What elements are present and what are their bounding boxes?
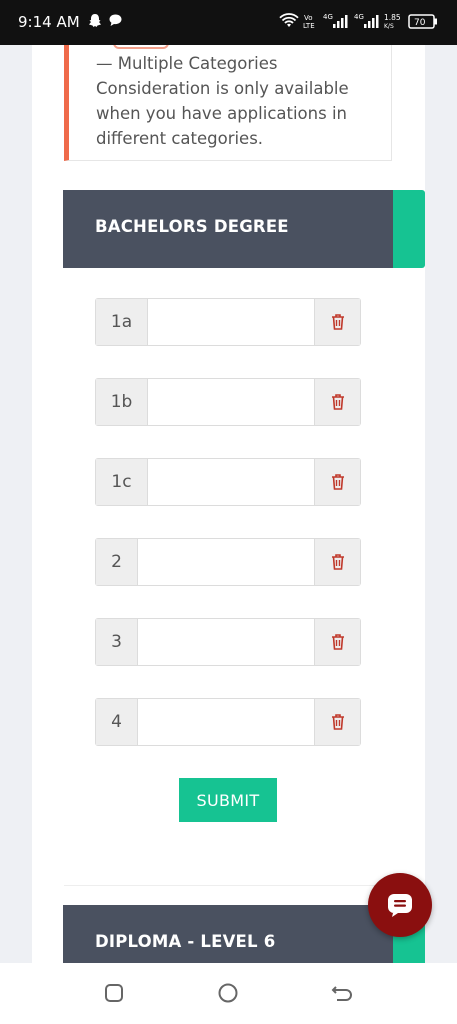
notice-box: — Multiple Categories Consideration is o…	[64, 45, 392, 161]
svg-text:70: 70	[414, 18, 426, 28]
rank-label: 1b	[96, 379, 148, 425]
section-divider	[64, 885, 394, 886]
rank-label: 1a	[96, 299, 148, 345]
rank-input[interactable]	[138, 619, 316, 665]
svg-text:Vo: Vo	[304, 14, 313, 22]
rank-label: 3	[96, 619, 138, 665]
status-time: 9:14 AM	[18, 13, 80, 31]
rank-row-3: 3	[95, 618, 361, 666]
section-title: BACHELORS DEGREE	[95, 217, 289, 236]
volte-icon: Vo LTE	[303, 12, 317, 34]
trash-icon[interactable]	[314, 379, 360, 425]
chat-launcher-button[interactable]	[368, 873, 432, 937]
rank-row-4: 4	[95, 698, 361, 746]
trash-icon[interactable]	[314, 299, 360, 345]
rank-input[interactable]	[138, 539, 316, 585]
rank-row-1c: 1c	[95, 458, 361, 506]
rank-label: 2	[96, 539, 138, 585]
trash-icon[interactable]	[314, 539, 360, 585]
section-header-bachelors-degree[interactable]: BACHELORS DEGREE	[63, 190, 425, 268]
trash-icon[interactable]	[314, 459, 360, 505]
rank-label: 4	[96, 699, 138, 745]
chat-icon	[388, 894, 412, 917]
battery-icon: 70	[408, 14, 438, 33]
status-bar: 9:14 AM Vo LTE 4G 4G 1.85 K/S 70	[0, 0, 457, 45]
svg-text:4G: 4G	[354, 13, 364, 21]
chat-bubble-icon	[108, 13, 123, 32]
rank-row-1b: 1b	[95, 378, 361, 426]
home-icon[interactable]	[218, 983, 238, 1007]
wifi-icon	[279, 13, 299, 33]
rank-input[interactable]	[148, 459, 316, 505]
rank-input[interactable]	[138, 699, 316, 745]
signal-icon: 4G	[354, 12, 380, 34]
submit-button[interactable]: SUBMIT	[179, 778, 277, 822]
notice-text: — Multiple Categories Consideration is o…	[96, 54, 349, 148]
trash-icon[interactable]	[314, 619, 360, 665]
svg-text:LTE: LTE	[303, 22, 315, 30]
back-icon[interactable]	[331, 983, 353, 1007]
rank-input[interactable]	[148, 379, 316, 425]
svg-text:K/S: K/S	[384, 23, 394, 30]
trash-icon[interactable]	[314, 699, 360, 745]
svg-text:1.85: 1.85	[384, 13, 401, 22]
category-tag	[113, 45, 169, 49]
section-header-diploma-level-6[interactable]: DIPLOMA - LEVEL 6	[63, 905, 425, 963]
section-title: DIPLOMA - LEVEL 6	[95, 932, 276, 951]
rank-input[interactable]	[148, 299, 316, 345]
rank-row-2: 2	[95, 538, 361, 586]
svg-text:4G: 4G	[323, 13, 333, 21]
rank-row-1a: 1a	[95, 298, 361, 346]
system-nav-bar	[0, 963, 457, 1024]
signal-icon: 4G	[323, 12, 349, 34]
rank-label: 1c	[96, 459, 148, 505]
network-speed: 1.85 K/S	[383, 12, 405, 34]
page-content: — Multiple Categories Consideration is o…	[32, 45, 425, 963]
recents-icon[interactable]	[104, 983, 124, 1007]
snapchat-icon	[88, 13, 102, 33]
